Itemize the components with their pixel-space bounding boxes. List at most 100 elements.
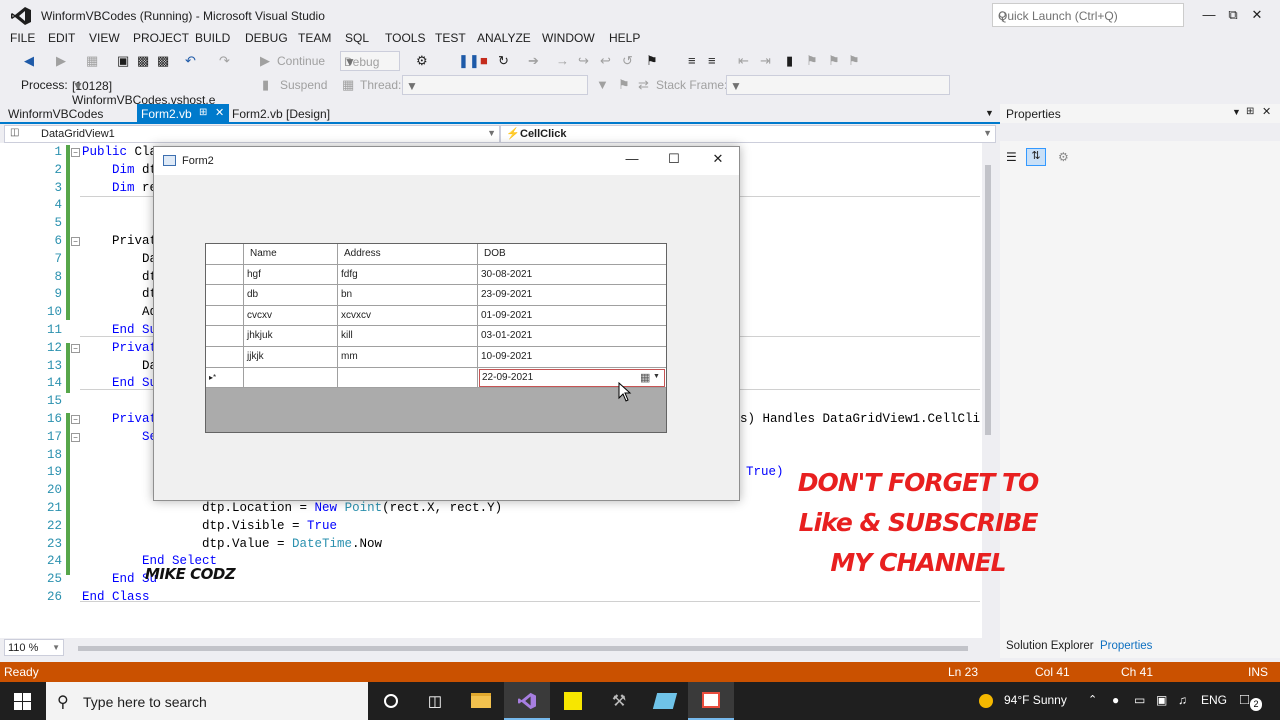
cell-dob[interactable]: 23-09-2021 bbox=[478, 285, 666, 305]
collapse-icon[interactable]: − bbox=[71, 344, 80, 353]
battery-icon[interactable]: ▭ bbox=[1134, 693, 1145, 707]
object-dropdown[interactable]: ◫ DataGridView1 ▼ bbox=[4, 125, 500, 143]
clear-bookmarks-icon[interactable]: ⚑ bbox=[848, 53, 860, 69]
menu-file[interactable]: FILE bbox=[10, 31, 35, 45]
step-into-icon[interactable]: → bbox=[556, 53, 569, 68]
bookmark-icon[interactable]: ▮ bbox=[786, 53, 793, 69]
table-row[interactable]: cvcxv xcvxcv 01-09-2021 bbox=[206, 305, 666, 327]
cell-dob[interactable]: 22-09-2021 ▦ ▼ bbox=[478, 368, 666, 388]
cell-address[interactable]: kill bbox=[338, 326, 478, 346]
row-header-cell[interactable] bbox=[206, 285, 244, 305]
row-header-cell[interactable] bbox=[206, 326, 244, 346]
start-button[interactable] bbox=[0, 682, 46, 720]
break-all-icon[interactable]: ❚❚ bbox=[458, 53, 480, 69]
collapse-icon[interactable]: − bbox=[71, 415, 80, 424]
tools-app[interactable]: ⚒ bbox=[596, 682, 642, 720]
comment-icon[interactable]: ≡ bbox=[688, 53, 696, 68]
hex-display-icon[interactable]: ↺ bbox=[622, 53, 633, 69]
stop-debugging-icon[interactable]: ■ bbox=[480, 53, 488, 68]
table-row[interactable]: jhkjuk kill 03-01-2021 bbox=[206, 326, 666, 347]
close-icon[interactable]: ✕ bbox=[1262, 105, 1271, 118]
cell-address[interactable]: fdfg bbox=[338, 264, 478, 285]
column-header-name[interactable]: Name bbox=[244, 244, 338, 264]
cell-address[interactable]: xcvxcv bbox=[338, 305, 478, 326]
suspend-icon[interactable]: ▮ bbox=[262, 77, 269, 93]
attach-process-icon[interactable]: ⚙ bbox=[416, 53, 428, 69]
menu-team[interactable]: TEAM bbox=[298, 31, 331, 45]
collapse-icon[interactable]: − bbox=[71, 237, 80, 246]
menu-build[interactable]: BUILD bbox=[195, 31, 230, 45]
quick-launch-input[interactable]: Quick Launch (Ctrl+Q) ⚲ bbox=[992, 3, 1184, 27]
paint3d-app[interactable] bbox=[642, 682, 688, 720]
uncomment-icon[interactable]: ≡ bbox=[708, 53, 716, 68]
pin-icon[interactable]: ⊞ bbox=[1246, 106, 1254, 117]
calendar-icon[interactable]: ▦ bbox=[640, 371, 650, 384]
dropdown-icon[interactable]: ▼ bbox=[1232, 107, 1241, 117]
menu-test[interactable]: TEST bbox=[435, 31, 466, 45]
configuration-dropdown[interactable]: Debug ▼ bbox=[340, 51, 400, 71]
cell-name[interactable] bbox=[244, 367, 338, 388]
continue-icon[interactable]: ▶ bbox=[260, 53, 270, 69]
menu-help[interactable]: HELP bbox=[609, 31, 640, 45]
alphabetical-icon[interactable]: ⇅ bbox=[1026, 148, 1046, 166]
scrollbar-thumb[interactable] bbox=[985, 165, 991, 435]
new-row[interactable]: ▸* 22-09-2021 ▦ ▼ bbox=[206, 367, 666, 389]
menu-sql[interactable]: SQL bbox=[345, 31, 369, 45]
suspend-label[interactable]: Suspend bbox=[280, 78, 327, 92]
date-time-picker[interactable]: 22-09-2021 ▦ ▼ bbox=[479, 368, 665, 387]
cell-dob[interactable]: 01-09-2021 bbox=[478, 306, 666, 326]
close-button[interactable]: ✕ bbox=[1234, 0, 1280, 30]
exceptions-icon[interactable]: ⚑ bbox=[646, 53, 658, 69]
step-out-icon[interactable]: ↩ bbox=[600, 53, 611, 69]
member-dropdown[interactable]: ⚡ CellClick ▼ bbox=[500, 125, 996, 143]
next-bookmark-icon[interactable]: ⚑ bbox=[828, 53, 840, 69]
language-indicator[interactable]: ENG bbox=[1201, 693, 1227, 707]
column-header-dob[interactable]: DOB bbox=[478, 244, 666, 264]
cell-name[interactable]: hgf bbox=[244, 264, 338, 285]
continue-label[interactable]: Continue bbox=[277, 54, 325, 68]
zoom-dropdown[interactable]: 110 % ▼ bbox=[4, 639, 64, 656]
menu-tools[interactable]: TOOLS bbox=[385, 31, 425, 45]
collapse-icon[interactable]: − bbox=[71, 148, 80, 157]
cortana-button[interactable] bbox=[368, 682, 414, 720]
tab-form2-vb[interactable]: Form2.vb ⊞ ✕ bbox=[137, 104, 229, 124]
column-header-address[interactable]: Address bbox=[338, 244, 478, 264]
chevron-up-icon[interactable]: ⌃ bbox=[1088, 693, 1097, 706]
notification-center-button[interactable]: □ 2 bbox=[1238, 691, 1262, 711]
outdent-icon[interactable]: ⇤ bbox=[738, 53, 749, 69]
prev-bookmark-icon[interactable]: ⚑ bbox=[806, 53, 818, 69]
menu-window[interactable]: WINDOW bbox=[542, 31, 595, 45]
file-explorer-app[interactable] bbox=[458, 682, 504, 720]
menu-debug[interactable]: DEBUG bbox=[245, 31, 288, 45]
cell-name[interactable]: jjkjk bbox=[244, 347, 338, 367]
categorized-icon[interactable]: ☰ bbox=[1006, 150, 1017, 164]
cell-address[interactable]: bn bbox=[338, 285, 478, 305]
redo-icon[interactable]: ↷ bbox=[219, 53, 230, 69]
network-icon[interactable]: ▣ bbox=[1156, 693, 1167, 707]
row-header-cell[interactable] bbox=[206, 305, 244, 326]
close-button[interactable]: ✕ bbox=[703, 151, 733, 167]
row-header-cell[interactable] bbox=[206, 347, 244, 367]
sticky-notes-app[interactable] bbox=[550, 682, 596, 720]
tab-form2-design[interactable]: Form2.vb [Design] bbox=[228, 104, 334, 124]
taskbar-search-input[interactable]: ⚲ Type here to search bbox=[46, 682, 368, 720]
chevron-down-icon[interactable]: ▼ bbox=[653, 373, 660, 380]
menu-view[interactable]: VIEW bbox=[89, 31, 120, 45]
pin-icon[interactable]: ⊞ bbox=[199, 107, 207, 118]
task-view-button[interactable]: ◫ bbox=[412, 682, 458, 720]
menu-analyze[interactable]: ANALYZE bbox=[477, 31, 531, 45]
process-dropdown[interactable]: [10128] WinformVBCodes.vshost.e ▼ bbox=[68, 75, 254, 107]
back-icon[interactable]: ◀ bbox=[24, 53, 34, 69]
weather-text[interactable]: 94°F Sunny bbox=[1004, 693, 1067, 707]
menu-edit[interactable]: EDIT bbox=[48, 31, 75, 45]
open-file-icon[interactable]: ▣ bbox=[117, 53, 129, 69]
collapse-icon[interactable]: − bbox=[71, 433, 80, 442]
microphone-icon[interactable]: ● bbox=[1112, 693, 1119, 707]
cell-address[interactable]: mm bbox=[338, 347, 478, 367]
thread-dropdown[interactable]: ▼ bbox=[402, 75, 588, 95]
flag-icon[interactable]: ⚑ bbox=[618, 77, 630, 93]
save-all-icon[interactable]: ▩ bbox=[157, 53, 169, 69]
horizontal-scrollbar[interactable] bbox=[78, 646, 968, 651]
tab-properties[interactable]: Properties bbox=[1100, 640, 1152, 652]
restart-icon[interactable]: ↻ bbox=[498, 53, 509, 69]
